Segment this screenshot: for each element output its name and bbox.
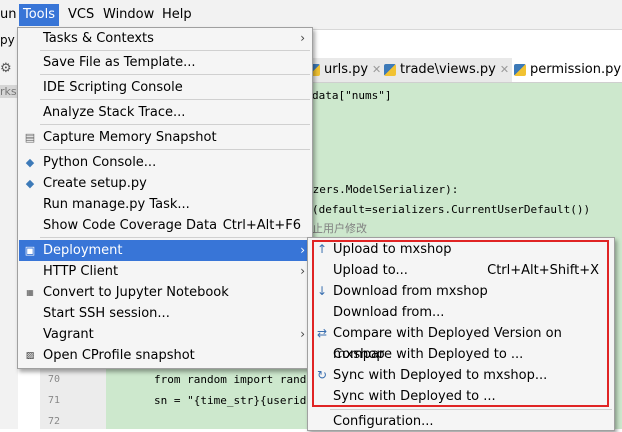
code-comment: 止用户修改 (312, 222, 367, 235)
chevron-right-icon: › (300, 327, 305, 341)
python-file-icon (384, 64, 396, 76)
menu-item-deployment[interactable]: ▣ Deployment › (19, 240, 311, 261)
menu-item-label: Open CProfile snapshot (43, 348, 195, 363)
menu-tools[interactable]: Tools (19, 4, 60, 26)
menu-vcs[interactable]: VCS (64, 4, 98, 26)
menu-separator (40, 237, 310, 238)
menu-item-label: Vagrant (43, 327, 94, 342)
file-fragment: py (0, 33, 15, 47)
menu-window[interactable]: Window (99, 4, 158, 26)
menu-separator (40, 99, 310, 100)
code-line: sn = "{time_str}{userid (154, 394, 307, 407)
menu-item-label: IDE Scripting Console (43, 80, 183, 95)
menu-item-label: Deployment (43, 243, 123, 258)
menu-item-run-manage[interactable]: Run manage.py Task... (19, 194, 311, 215)
menu-item-ide-scripting-console[interactable]: IDE Scripting Console (19, 77, 311, 98)
tab-permission[interactable]: permission.py (512, 58, 622, 82)
menu-item-label: Convert to Jupyter Notebook (43, 285, 229, 300)
menu-item-tasks-contexts[interactable]: Tasks & Contexts › (19, 28, 311, 49)
menu-item-label: Show Code Coverage Data (43, 218, 218, 233)
python-console-icon: ◆ (25, 156, 35, 169)
tab-label: urls.py (324, 62, 369, 77)
menu-separator (330, 409, 612, 410)
menu-run[interactable]: un (0, 4, 20, 26)
menu-item-start-ssh[interactable]: Start SSH session... (19, 303, 311, 324)
tab-urls[interactable]: urls.py ✕ (306, 58, 381, 82)
annotation-highlight-box (312, 240, 609, 407)
tab-label: trade\views.py (400, 62, 496, 77)
line-number: 71 (48, 395, 61, 406)
close-icon[interactable]: ✕ (372, 63, 381, 76)
menu-item-python-console[interactable]: ◆ Python Console... (19, 152, 311, 173)
menubar: un Tools VCS Window Help (0, 0, 622, 30)
menu-separator (40, 74, 310, 75)
menu-item-label: Save File as Template... (43, 55, 196, 70)
tab-label: permission.py (530, 62, 622, 77)
menu-item-cprofile[interactable]: ▨ Open CProfile snapshot (19, 345, 311, 366)
cprofile-icon: ▨ (25, 351, 35, 361)
line-number: 70 (48, 374, 61, 385)
tools-menu: Tasks & Contexts › Save File as Template… (17, 27, 313, 369)
menu-separator (40, 50, 310, 51)
code-line: izers.ModelSerializer): (306, 183, 459, 196)
line-gutter: 70 71 72 (40, 366, 106, 429)
menu-separator (40, 149, 310, 150)
menu-item-label: Analyze Stack Trace... (43, 105, 186, 120)
menu-item-label: Python Console... (43, 155, 157, 170)
code-line: (default=serializers.CurrentUserDefault(… (312, 203, 591, 216)
menu-item-label: Run manage.py Task... (43, 197, 190, 212)
chevron-right-icon: › (300, 264, 305, 278)
menu-separator (40, 124, 310, 125)
menu-item-label: Tasks & Contexts (43, 31, 154, 46)
line-number: 72 (48, 416, 61, 427)
menu-help[interactable]: Help (158, 4, 196, 26)
menu-item-capture-memory[interactable]: ▤ Capture Memory Snapshot (19, 127, 311, 148)
editor-tabbar: urls.py ✕ trade\views.py ✕ permission.py (306, 58, 622, 83)
menu-item-save-template[interactable]: Save File as Template... (19, 52, 311, 73)
menu-item-label: Capture Memory Snapshot (43, 130, 217, 145)
menu-item-label: Start SSH session... (43, 306, 170, 321)
python-file-icon: ◆ (25, 177, 35, 190)
deployment-icon: ▣ (24, 244, 36, 257)
menu-item-convert-jupyter[interactable]: ▦ Convert to Jupyter Notebook (19, 282, 311, 303)
gear-icon[interactable]: ⚙ (0, 61, 12, 76)
shortcut-label: Ctrl+Alt+F6 (222, 218, 301, 233)
project-panel-strip: py ⚙ rks (0, 29, 18, 429)
memory-snapshot-icon: ▤ (24, 131, 36, 144)
code-editor-lower[interactable]: from random import randi sn = "{time_str… (106, 366, 313, 429)
menu-item-code-coverage[interactable]: Show Code Coverage Data Ctrl+Alt+F6 (19, 215, 311, 236)
python-file-icon (514, 64, 526, 76)
menu-item-http-client[interactable]: HTTP Client › (19, 261, 311, 282)
menu-item-label: Create setup.py (43, 176, 147, 191)
jupyter-icon: ▦ (26, 288, 34, 297)
menu-item-label: HTTP Client (43, 264, 119, 279)
panel-fragment: rks (0, 85, 18, 98)
chevron-right-icon: › (300, 31, 305, 45)
code-line: from random import randi (154, 373, 313, 386)
chevron-right-icon: › (300, 243, 305, 257)
menu-item-create-setup[interactable]: ◆ Create setup.py (19, 173, 311, 194)
menu-item-vagrant[interactable]: Vagrant › (19, 324, 311, 345)
code-line: data["nums"] (312, 89, 392, 102)
close-icon[interactable]: ✕ (500, 63, 509, 76)
tab-trade-views[interactable]: trade\views.py ✕ (382, 58, 509, 82)
menu-item-analyze-stack-trace[interactable]: Analyze Stack Trace... (19, 102, 311, 123)
